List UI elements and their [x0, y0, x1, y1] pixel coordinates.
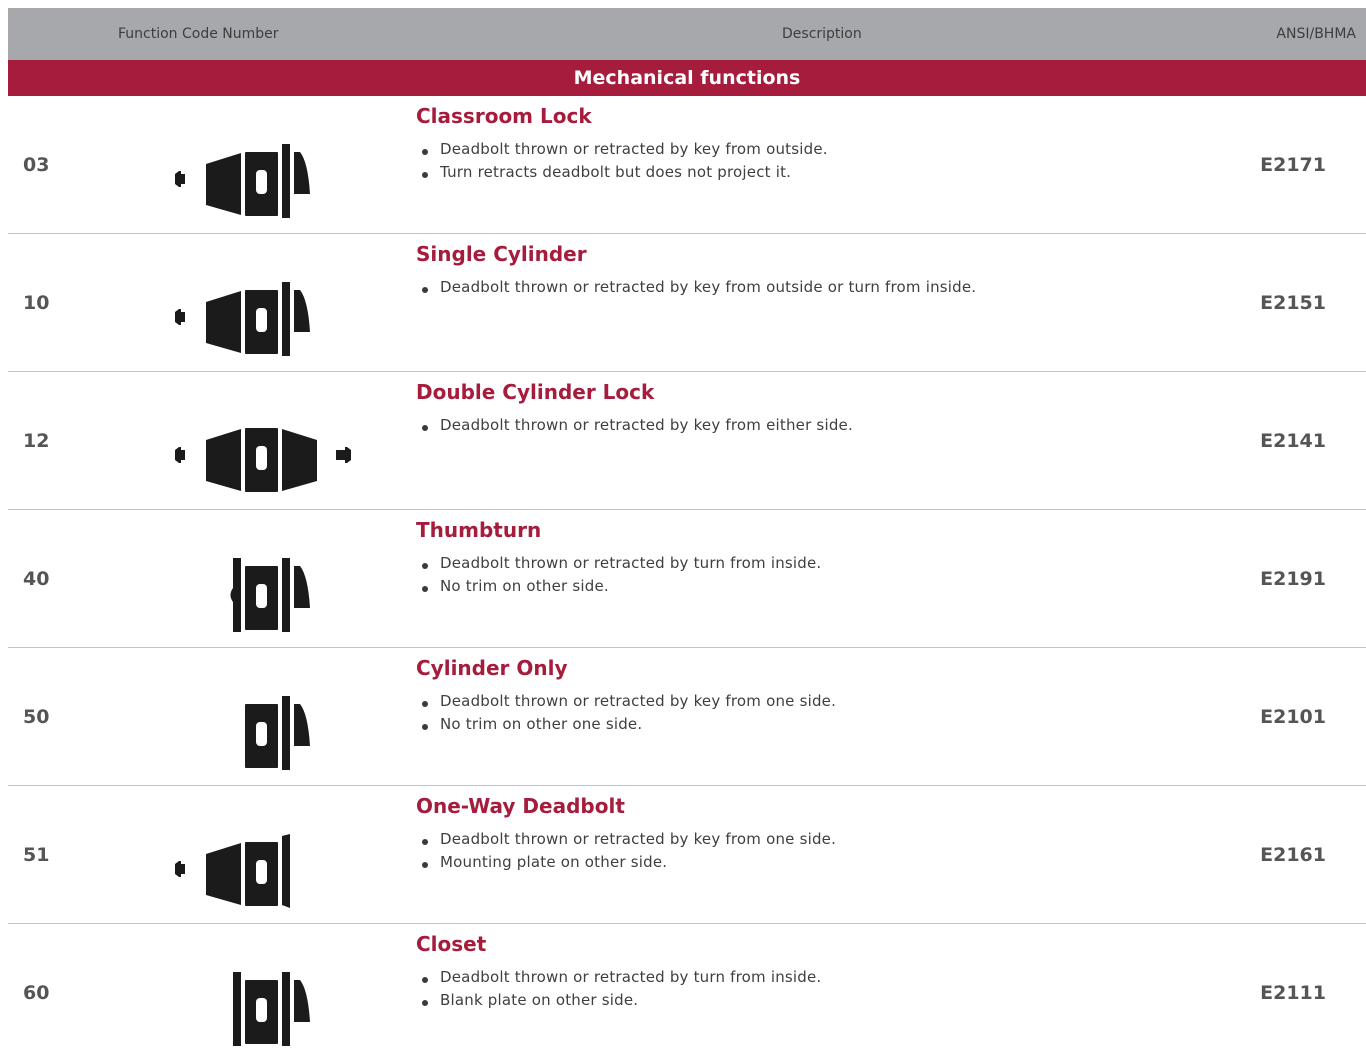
header-function-code: Function Code Number [118, 26, 279, 42]
cylinder-only-icon [245, 696, 310, 770]
function-code: 10 [23, 292, 50, 314]
header-description: Description [782, 26, 862, 42]
thumbturn-icon [230, 558, 310, 632]
table-row: 40 Thumbturn Deadbolt thrown or retracte… [8, 510, 1366, 648]
function-description: Deadbolt thrown or retracted by turn fro… [420, 552, 821, 598]
table-row: 51 One-Way Deadbolt Deadbolt thrown or r… [8, 786, 1366, 924]
function-description: Deadbolt thrown or retracted by turn fro… [420, 966, 821, 1012]
description-item: Blank plate on other side. [420, 989, 821, 1012]
double-cylinder-icon [175, 428, 351, 492]
function-description: Deadbolt thrown or retracted by key from… [420, 276, 976, 299]
function-code: 51 [23, 844, 50, 866]
description-item: Deadbolt thrown or retracted by key from… [420, 690, 836, 713]
function-code: 12 [23, 430, 50, 452]
description-item: No trim on other one side. [420, 713, 836, 736]
section-mechanical-functions: Mechanical functions [8, 60, 1366, 96]
table-row: 12 Double Cylinder Lock Deadbolt thrown … [8, 372, 1366, 510]
function-description: Deadbolt thrown or retracted by key from… [420, 690, 836, 736]
function-description: Deadbolt thrown or retracted by key from… [420, 414, 853, 437]
description-item: Deadbolt thrown or retracted by key from… [420, 138, 828, 161]
function-code: 60 [23, 982, 50, 1004]
function-description: Deadbolt thrown or retracted by key from… [420, 828, 836, 874]
table-row: 60 Closet Deadbolt thrown or retracted b… [8, 924, 1366, 1062]
ansi-code: E2101 [1260, 706, 1326, 728]
function-title: Double Cylinder Lock [416, 380, 655, 404]
ansi-code: E2151 [1260, 292, 1326, 314]
closet-icon [233, 972, 310, 1046]
function-description: Deadbolt thrown or retracted by key from… [420, 138, 828, 184]
header-ansi-bhma: ANSI/BHMA [1276, 26, 1356, 42]
table-row: 50 Cylinder Only Deadbolt thrown or retr… [8, 648, 1366, 786]
description-item: Mounting plate on other side. [420, 851, 836, 874]
description-item: Deadbolt thrown or retracted by key from… [420, 276, 976, 299]
table-row: 10 Single Cylinder Deadbolt thrown or re… [8, 234, 1366, 372]
ansi-code: E2161 [1260, 844, 1326, 866]
ansi-code: E2191 [1260, 568, 1326, 590]
description-item: Deadbolt thrown or retracted by turn fro… [420, 552, 821, 575]
function-code: 50 [23, 706, 50, 728]
description-item: Deadbolt thrown or retracted by key from… [420, 414, 853, 437]
function-title: Classroom Lock [416, 104, 592, 128]
description-item: Deadbolt thrown or retracted by turn fro… [420, 966, 821, 989]
function-title: One-Way Deadbolt [416, 794, 625, 818]
function-title: Thumbturn [416, 518, 542, 542]
function-code: 03 [23, 154, 50, 176]
table-row: 03 Classroom Lock Deadbolt thrown or ret… [8, 96, 1366, 234]
ansi-code: E2111 [1260, 982, 1326, 1004]
ansi-code: E2141 [1260, 430, 1326, 452]
one-way-deadbolt-icon [175, 834, 290, 908]
function-title: Closet [416, 932, 487, 956]
function-code: 40 [23, 568, 50, 590]
function-title: Single Cylinder [416, 242, 587, 266]
ansi-code: E2171 [1260, 154, 1326, 176]
classroom-lock-icon [175, 144, 310, 218]
table-header: Function Code Number Description ANSI/BH… [8, 8, 1366, 60]
single-cylinder-icon [175, 282, 310, 356]
description-item: No trim on other side. [420, 575, 821, 598]
function-title: Cylinder Only [416, 656, 568, 680]
description-item: Deadbolt thrown or retracted by key from… [420, 828, 836, 851]
description-item: Turn retracts deadbolt but does not proj… [420, 161, 828, 184]
